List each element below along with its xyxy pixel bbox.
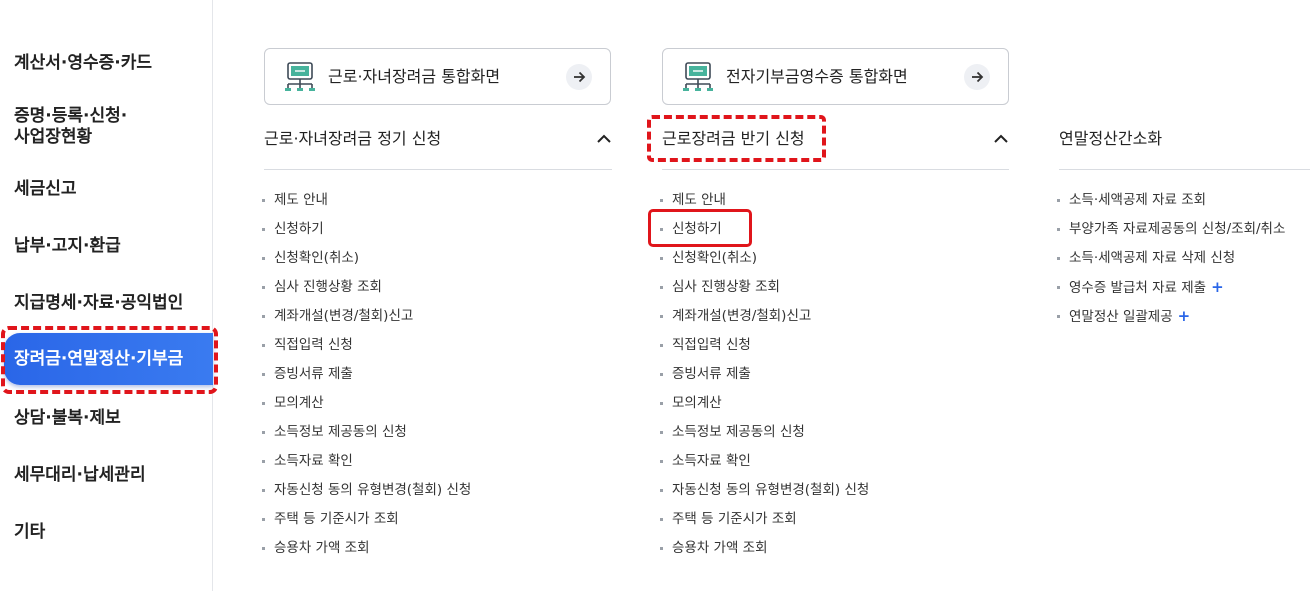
section-divider: [662, 169, 1009, 170]
arrow-right-icon[interactable]: [964, 64, 990, 90]
menu-item-car-value[interactable]: 승용차 가액 조회: [262, 534, 471, 563]
plus-icon[interactable]: +: [1178, 307, 1191, 325]
menu-item-apply[interactable]: 신청하기: [660, 215, 869, 244]
chevron-up-icon[interactable]: [595, 130, 613, 148]
menu-item-dependent-consent[interactable]: 부양가족 자료제공동의 신청/조회/취소: [1057, 215, 1285, 244]
menu-item-account-report[interactable]: 계좌개설(변경/철회)신고: [262, 302, 471, 331]
menu-item-label: 영수증 발급처 자료 제출: [1069, 280, 1207, 296]
sidebar-item-tax-agent[interactable]: 세무대리·납세관리: [14, 465, 146, 486]
sidebar-nav: 계산서·영수증·카드 증명·등록·신청· 사업장현황 세금신고 납부·고지·환급…: [0, 0, 213, 591]
menu-item-income-check[interactable]: 소득자료 확인: [660, 447, 869, 476]
menu-item-direct-input[interactable]: 직접입력 신청: [660, 331, 869, 360]
menu-item-housing-price[interactable]: 주택 등 기준시가 조회: [262, 505, 471, 534]
menu-item-guide[interactable]: 제도 안내: [262, 186, 471, 215]
menu-item-review-status[interactable]: 심사 진행상황 조회: [262, 273, 471, 302]
sidebar-item-certificates[interactable]: 증명·등록·신청· 사업장현황: [14, 106, 127, 148]
menu-item-account-report[interactable]: 계좌개설(변경/철회)신고: [660, 302, 869, 331]
arrow-right-icon[interactable]: [566, 64, 592, 90]
section-divider: [1059, 169, 1310, 170]
menu-item-submit-documents[interactable]: 증빙서류 제출: [262, 360, 471, 389]
menu-item-direct-input[interactable]: 직접입력 신청: [262, 331, 471, 360]
menu-list-regular: 제도 안내 신청하기 신청확인(취소) 심사 진행상황 조회 계좌개설(변경/철…: [262, 186, 471, 563]
sidebar-item-consultation[interactable]: 상담·불복·제보: [14, 408, 121, 429]
menu-item-review-status[interactable]: 심사 진행상황 조회: [660, 273, 869, 302]
sidebar-item-incentives-active[interactable]: 장려금·연말정산·기부금: [4, 333, 213, 385]
menu-list-year-end: 소득·세액공제 자료 조회 부양가족 자료제공동의 신청/조회/취소 소득·세액…: [1057, 186, 1285, 331]
menu-item-bulk-provide[interactable]: 연말정산 일괄제공 +: [1057, 302, 1285, 331]
section-title-semiannual-application: 근로장려금 반기 신청: [662, 129, 805, 148]
menu-item-car-value[interactable]: 승용차 가액 조회: [660, 534, 869, 563]
menu-item-simulation[interactable]: 모의계산: [660, 389, 869, 418]
menu-item-auto-apply-change[interactable]: 자동신청 동의 유형변경(철회) 신청: [262, 476, 471, 505]
menu-item-deduction-lookup[interactable]: 소득·세액공제 자료 조회: [1057, 186, 1285, 215]
card-label: 근로·자녀장려금 통합화면: [328, 67, 501, 86]
menu-item-submit-documents[interactable]: 증빙서류 제출: [660, 360, 869, 389]
menu-item-label: 연말정산 일괄제공: [1069, 309, 1173, 325]
menu-item-receipt-issuer-submit[interactable]: 영수증 발급처 자료 제출 +: [1057, 273, 1285, 302]
menu-list-semiannual: 제도 안내 신청하기 신청확인(취소) 심사 진행상황 조회 계좌개설(변경/철…: [660, 186, 869, 563]
sidebar-item-payment[interactable]: 납부·고지·환급: [14, 236, 121, 257]
shortcut-card-donation-receipt[interactable]: 전자기부금영수증 통합화면: [662, 48, 1009, 105]
menu-item-apply[interactable]: 신청하기: [262, 215, 471, 244]
section-divider: [264, 169, 612, 170]
menu-item-simulation[interactable]: 모의계산: [262, 389, 471, 418]
menu-item-confirm-cancel[interactable]: 신청확인(취소): [262, 244, 471, 273]
shortcut-card-incentive-integrated[interactable]: 근로·자녀장려금 통합화면: [264, 48, 611, 105]
menu-item-income-consent[interactable]: 소득정보 제공동의 신청: [262, 418, 471, 447]
chevron-up-icon[interactable]: [992, 130, 1010, 148]
section-title-year-end-settlement: 연말정산간소화: [1059, 129, 1163, 148]
monitor-network-icon: [285, 62, 315, 91]
page: 계산서·영수증·카드 증명·등록·신청· 사업장현황 세금신고 납부·고지·환급…: [0, 0, 1310, 591]
menu-item-guide[interactable]: 제도 안내: [660, 186, 869, 215]
menu-item-deduction-delete[interactable]: 소득·세액공제 자료 삭제 신청: [1057, 244, 1285, 273]
monitor-network-icon: [683, 62, 713, 91]
menu-item-income-consent[interactable]: 소득정보 제공동의 신청: [660, 418, 869, 447]
sidebar-item-payment-statements[interactable]: 지급명세·자료·공익법인: [14, 293, 183, 314]
sidebar-item-etc[interactable]: 기타: [14, 522, 45, 543]
menu-item-confirm-cancel[interactable]: 신청확인(취소): [660, 244, 869, 273]
menu-item-auto-apply-change[interactable]: 자동신청 동의 유형변경(철회) 신청: [660, 476, 869, 505]
plus-icon[interactable]: +: [1211, 278, 1224, 296]
sidebar-item-tax-filing[interactable]: 세금신고: [14, 179, 77, 200]
section-title-regular-application: 근로·자녀장려금 정기 신청: [264, 129, 442, 148]
card-label: 전자기부금영수증 통합화면: [726, 67, 908, 86]
menu-item-housing-price[interactable]: 주택 등 기준시가 조회: [660, 505, 869, 534]
menu-item-income-check[interactable]: 소득자료 확인: [262, 447, 471, 476]
sidebar-item-invoices[interactable]: 계산서·영수증·카드: [14, 53, 152, 74]
